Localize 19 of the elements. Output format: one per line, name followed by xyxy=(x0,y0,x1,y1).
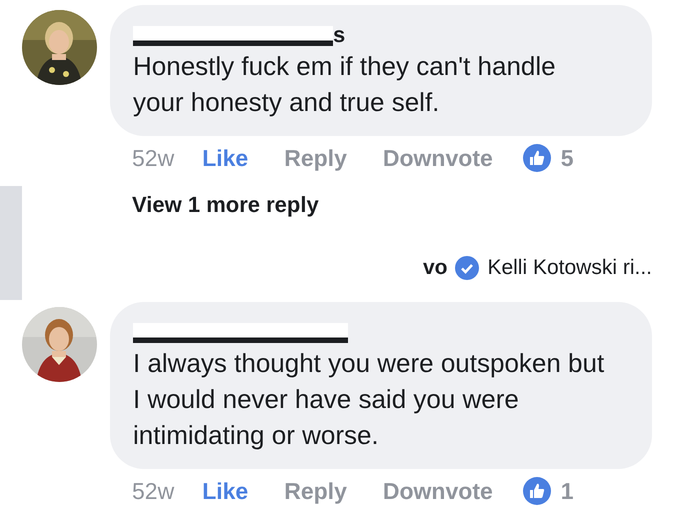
comment-text: I always thought you were outspoken but I would never have said you were intimidating or worse. xyxy=(133,347,606,452)
comment-text: Honestly fuck em if they can't handle your honesty and true self. xyxy=(133,50,557,119)
action-link[interactable]: Like xyxy=(202,474,248,508)
verified-check-icon xyxy=(455,256,480,280)
reaction-count: 1 xyxy=(560,476,574,506)
reply-preview-text: Kelli Kotowski ri... xyxy=(487,255,652,282)
like-reaction-icon xyxy=(522,477,551,505)
action-link[interactable]: Like xyxy=(202,140,248,176)
action-link[interactable]: Reply xyxy=(284,140,347,176)
action-link[interactable]: Downvote xyxy=(382,474,493,508)
author-name[interactable]: s xyxy=(333,22,346,48)
timestamp: 52w xyxy=(132,476,174,506)
action-link[interactable]: Reply xyxy=(284,474,347,508)
timestamp: 52w xyxy=(132,144,174,173)
reply-author: vo xyxy=(422,255,448,282)
like-reaction-icon xyxy=(522,144,551,172)
action-link[interactable]: Downvote xyxy=(382,140,493,176)
view-replies-link[interactable]: View 1 more reply xyxy=(132,188,319,221)
reaction-count: 5 xyxy=(560,144,574,173)
